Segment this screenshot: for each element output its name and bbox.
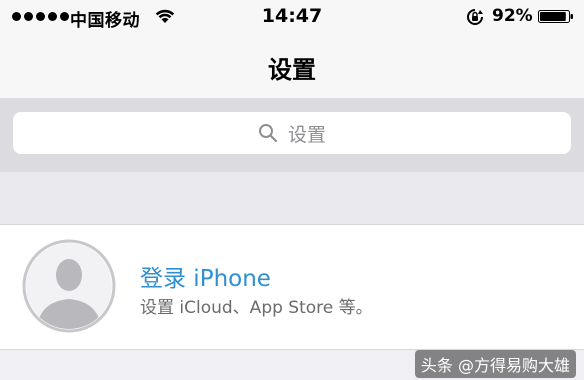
search-icon <box>258 124 278 143</box>
status-bar: 中国移动 14:47 92% <box>0 0 584 34</box>
sign-in-row[interactable]: 登录 iPhone 设置 iCloud、App Store 等。 <box>0 224 584 350</box>
sign-in-subtitle: 设置 iCloud、App Store 等。 <box>140 298 373 318</box>
person-silhouette-icon <box>22 239 116 333</box>
search-placeholder: 设置 <box>287 123 326 146</box>
search-input[interactable]: 设置 <box>13 112 571 154</box>
battery-percent: 92% <box>492 6 533 26</box>
rotation-lock-icon <box>467 9 483 25</box>
sign-in-title: 登录 iPhone <box>140 266 271 292</box>
search-area: 设置 <box>0 98 584 172</box>
watermark-label: 头条 @方得易购大雄 <box>414 350 576 378</box>
navigation-bar: 设置 <box>0 34 584 98</box>
section-spacer <box>0 172 584 224</box>
battery-icon <box>538 10 573 23</box>
page-title: 设置 <box>268 56 316 84</box>
